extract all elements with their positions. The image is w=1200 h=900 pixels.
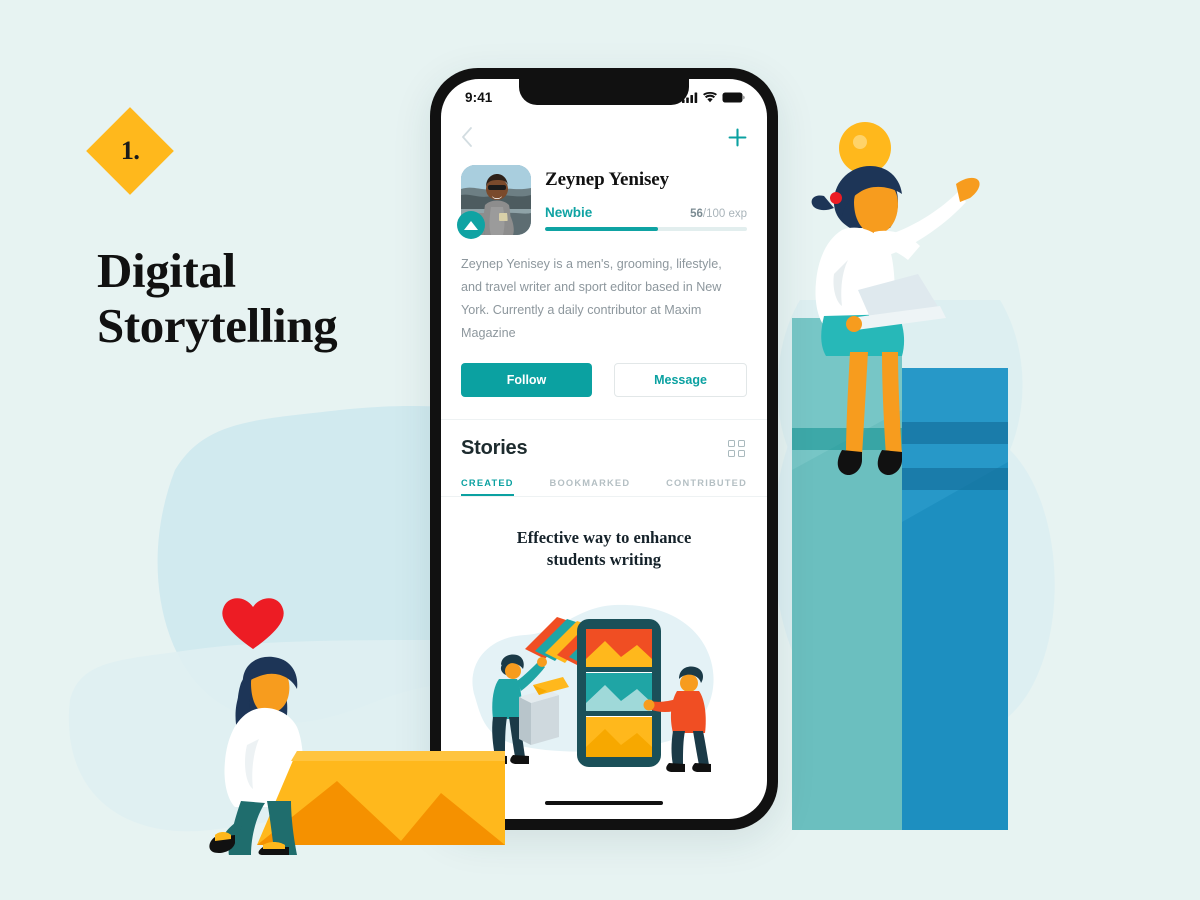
profile-meta: Zeynep Yenisey Newbie 56/100 exp: [545, 165, 747, 235]
back-button[interactable]: [461, 127, 473, 147]
message-button[interactable]: Message: [614, 362, 747, 397]
exp-progress-bar: [545, 227, 747, 231]
profile-header: Zeynep Yenisey Newbie 56/100 exp: [441, 159, 767, 239]
phone-notch: [519, 79, 689, 105]
profile-bio: Zeynep Yenisey is a men's, grooming, lif…: [461, 257, 722, 340]
illustration-woman-with-photo-card: [205, 555, 505, 860]
tab-created[interactable]: CREATED: [461, 478, 514, 496]
stories-title: Stories: [461, 436, 528, 459]
left-title-panel: 1. Digital Storytelling: [86, 107, 427, 354]
follow-button[interactable]: Follow: [461, 362, 592, 397]
story-title-line-1: Effective way to enhance: [516, 527, 692, 547]
illustration-woman-with-idea: [790, 110, 1020, 835]
avatar-rank-badge: [457, 211, 485, 239]
page-title-line-2: Storytelling: [97, 297, 338, 353]
page-root: { "canvas": { "background_color": "#e7f3…: [0, 0, 1200, 900]
exp-progress-fill: [545, 227, 659, 231]
home-indicator: [545, 800, 663, 805]
app-nav-bar: [441, 115, 767, 159]
plus-icon: [728, 128, 747, 146]
grid-cell: [728, 449, 735, 457]
story-illustration: [465, 577, 743, 782]
status-icons: [682, 91, 745, 103]
grid-view-icon[interactable]: [728, 439, 745, 457]
step-number-badge: 1.: [86, 107, 174, 195]
rank-row: Newbie 56/100 exp: [545, 205, 747, 220]
exp-text: 56/100 exp: [690, 208, 747, 220]
page-title-line-1: Digital: [97, 243, 236, 298]
story-title-line-2: students writing: [546, 549, 662, 569]
grid-cell: [738, 439, 745, 447]
rank-label: Newbie: [545, 205, 593, 220]
profile-name: Zeynep Yenisey: [545, 169, 670, 190]
stories-tabs: CREATED BOOKMARKED CONTRIBUTED: [441, 460, 767, 496]
add-story-button[interactable]: [728, 128, 747, 147]
tab-bookmarked[interactable]: BOOKMARKED: [550, 478, 631, 496]
exp-total: /100 exp: [702, 208, 747, 220]
profile-actions: Follow Message: [441, 345, 767, 397]
status-time: 9:41: [465, 89, 493, 105]
stories-header: Stories: [441, 420, 767, 460]
avatar-wrapper[interactable]: [457, 165, 531, 239]
grid-cell: [728, 439, 735, 447]
grid-cell: [738, 449, 745, 457]
page-title: Digital Storytelling: [97, 243, 427, 354]
tab-contributed[interactable]: CONTRIBUTED: [666, 478, 747, 496]
triangle-up-icon: [464, 220, 478, 230]
chevron-left-icon: [462, 127, 472, 147]
exp-current: 56: [690, 208, 703, 220]
story-title: Effective way to enhance students writin…: [465, 527, 743, 572]
wifi-icon: [703, 91, 717, 102]
step-number-label: 1.: [120, 136, 140, 165]
battery-icon: [722, 92, 745, 102]
